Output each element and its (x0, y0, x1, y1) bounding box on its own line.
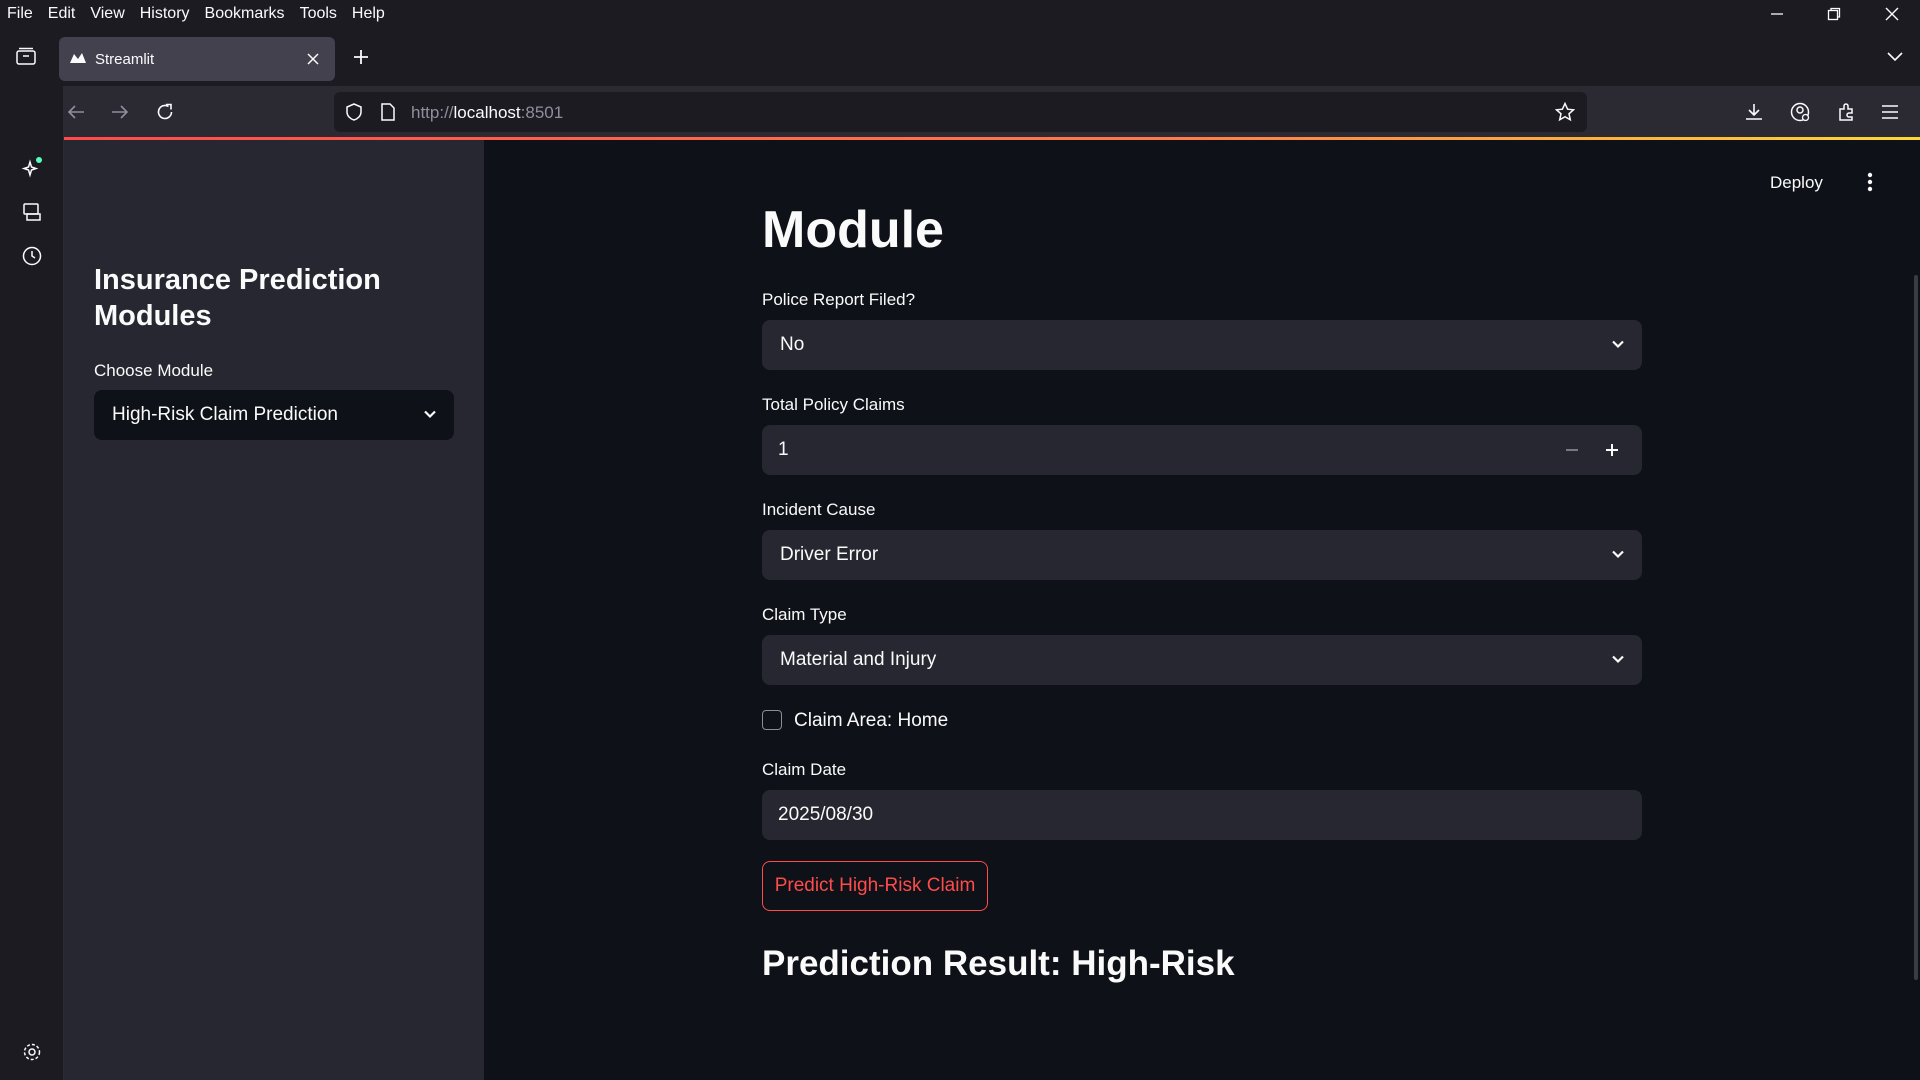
total-claims-input[interactable]: 1 (762, 425, 1642, 475)
navigation-bar: http://localhost:8501 (0, 86, 1920, 138)
predict-button[interactable]: Predict High-Risk Claim (762, 861, 988, 911)
menu-view[interactable]: View (90, 5, 124, 23)
sidebar-title: Insurance Prediction Modules (94, 264, 381, 332)
total-claims-value: 1 (778, 439, 789, 460)
url-bar[interactable]: http://localhost:8501 (334, 92, 1587, 132)
page-info-icon[interactable] (378, 102, 398, 122)
claim-area-label: Claim Area: Home (794, 710, 949, 731)
claim-type-value: Material and Injury (780, 649, 937, 670)
police-report-label: Police Report Filed? (762, 290, 916, 309)
decrement-icon[interactable] (1560, 438, 1584, 462)
restore-icon[interactable] (1806, 0, 1862, 28)
history-icon[interactable] (16, 240, 48, 272)
claim-type-label: Claim Type (762, 605, 847, 624)
menu-bookmarks[interactable]: Bookmarks (205, 5, 285, 23)
module-select[interactable]: High-Risk Claim Prediction (94, 390, 454, 440)
menu-file[interactable]: File (7, 5, 33, 23)
downloads-icon[interactable] (1738, 96, 1770, 128)
minimize-icon[interactable] (1749, 0, 1805, 28)
chevron-down-icon (424, 410, 436, 419)
police-report-select[interactable]: No (762, 320, 1642, 370)
synced-tabs-icon[interactable] (16, 196, 48, 228)
claim-type-select[interactable]: Material and Injury (762, 635, 1642, 685)
close-window-icon[interactable] (1864, 0, 1920, 28)
hamburger-menu-icon[interactable] (1874, 96, 1906, 128)
prediction-result: Prediction Result: High-Risk (762, 944, 1235, 983)
incident-cause-label: Incident Cause (762, 500, 876, 519)
streamlit-favicon-icon (69, 49, 87, 67)
extensions-icon[interactable] (1830, 96, 1862, 128)
more-options-icon[interactable] (1858, 170, 1882, 194)
incident-cause-value: Driver Error (780, 544, 879, 565)
shield-icon[interactable] (344, 102, 364, 122)
claim-date-label: Claim Date (762, 760, 847, 779)
menu-history[interactable]: History (140, 5, 190, 23)
app-main: Deploy Module Police Report Filed? No To… (484, 140, 1920, 1080)
browser-sidebar (0, 86, 64, 1080)
new-tab-icon[interactable] (346, 42, 376, 72)
tab-bar: Streamlit (0, 28, 1920, 86)
claim-date-value: 2025/08/30 (778, 804, 874, 825)
claim-area-checkbox[interactable] (762, 710, 782, 730)
list-all-tabs-icon[interactable] (1880, 42, 1910, 72)
settings-gear-icon[interactable] (16, 1036, 48, 1068)
bookmark-star-icon[interactable] (1554, 101, 1576, 123)
increment-icon[interactable] (1600, 438, 1624, 462)
chevron-down-icon (1612, 550, 1624, 559)
tab-streamlit[interactable]: Streamlit (59, 37, 335, 81)
page-title: Module (762, 201, 944, 259)
claim-date-input[interactable]: 2025/08/30 (762, 790, 1642, 840)
app-sidebar: Insurance Prediction Modules Choose Modu… (64, 140, 484, 1080)
choose-module-label: Choose Module (94, 361, 214, 380)
reload-icon[interactable] (149, 96, 181, 128)
menu-bar: File Edit View History Bookmarks Tools H… (0, 0, 1920, 28)
ai-chatbot-icon[interactable] (16, 152, 48, 184)
chevron-down-icon (1612, 340, 1624, 349)
total-claims-label: Total Policy Claims (762, 395, 905, 414)
close-tab-icon[interactable] (303, 49, 323, 69)
account-icon[interactable] (1784, 96, 1816, 128)
scrollbar[interactable] (1914, 275, 1918, 980)
collections-icon[interactable] (10, 40, 42, 72)
module-select-value: High-Risk Claim Prediction (112, 404, 338, 425)
forward-icon[interactable] (104, 96, 136, 128)
back-icon[interactable] (60, 96, 92, 128)
menu-edit[interactable]: Edit (48, 5, 76, 23)
police-report-value: No (780, 334, 805, 355)
chevron-down-icon (1612, 655, 1624, 664)
url-text: http://localhost:8501 (411, 103, 564, 122)
incident-cause-select[interactable]: Driver Error (762, 530, 1642, 580)
menu-help[interactable]: Help (352, 5, 385, 23)
menu-tools[interactable]: Tools (300, 5, 337, 23)
deploy-button[interactable]: Deploy (1770, 173, 1823, 193)
tab-title: Streamlit (95, 50, 155, 68)
